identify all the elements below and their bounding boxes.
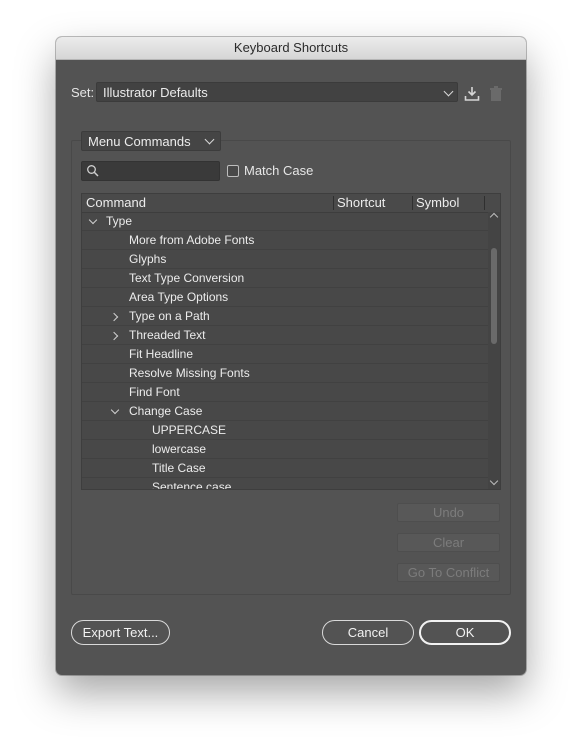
row-command-label: lowercase <box>152 442 207 456</box>
column-symbol[interactable]: Symbol <box>412 194 484 212</box>
row-command-label: Threaded Text <box>129 328 206 342</box>
window-title: Keyboard Shortcuts <box>56 37 526 60</box>
row-command-label: Fit Headline <box>129 347 194 361</box>
chevron-down-icon <box>204 134 215 145</box>
column-divider <box>484 196 485 210</box>
table-row[interactable]: Sentence case <box>82 478 488 490</box>
scroll-down-icon[interactable] <box>489 476 499 486</box>
table-row[interactable]: Change Case <box>82 402 488 421</box>
row-command-label: Area Type Options <box>129 290 229 304</box>
chevron-right-icon[interactable] <box>109 312 119 322</box>
table-row[interactable]: Area Type Options <box>82 288 488 307</box>
row-command-label: UPPERCASE <box>152 423 227 437</box>
set-dropdown-value: Illustrator Defaults <box>103 85 208 100</box>
table-row[interactable]: Fit Headline <box>82 345 488 364</box>
match-case-checkbox[interactable] <box>227 165 239 177</box>
column-command[interactable]: Command <box>82 194 333 212</box>
shortcuts-table: Command Shortcut Symbol Type More from Ad… <box>81 193 501 490</box>
vertical-scrollbar[interactable] <box>488 212 500 489</box>
table-row[interactable]: UPPERCASE <box>82 421 488 440</box>
set-label: Set: <box>71 85 95 100</box>
magnifier-icon <box>86 164 100 183</box>
clear-button[interactable]: Clear <box>397 533 500 552</box>
match-case-label: Match Case <box>244 163 314 178</box>
search-input[interactable] <box>81 161 220 181</box>
chevron-down-icon[interactable] <box>88 215 98 225</box>
export-text-button[interactable]: Export Text... <box>71 620 170 645</box>
table-row[interactable]: Glyphs <box>82 250 488 269</box>
row-command-label: Type on a Path <box>129 309 210 323</box>
table-row[interactable]: lowercase <box>82 440 488 459</box>
table-row[interactable]: Text Type Conversion <box>82 269 488 288</box>
row-command-label: Resolve Missing Fonts <box>129 366 250 380</box>
save-set-icon[interactable] <box>463 85 481 103</box>
go-to-conflict-button[interactable]: Go To Conflict <box>397 563 500 582</box>
chevron-down-icon <box>443 86 454 97</box>
table-row[interactable]: Resolve Missing Fonts <box>82 364 488 383</box>
row-command-label: More from Adobe Fonts <box>129 233 255 247</box>
trash-icon[interactable] <box>488 85 504 103</box>
column-shortcut[interactable]: Shortcut <box>333 194 412 212</box>
row-command-label: Find Font <box>129 385 180 399</box>
row-command-label: Change Case <box>129 404 203 418</box>
category-dropdown[interactable]: Menu Commands <box>81 131 221 151</box>
keyboard-shortcuts-dialog: Keyboard Shortcuts Set: Illustrator Defa… <box>56 37 526 675</box>
table-row[interactable]: Find Font <box>82 383 488 402</box>
table-row[interactable]: Title Case <box>82 459 488 478</box>
scroll-up-icon[interactable] <box>489 212 499 222</box>
table-row[interactable]: Threaded Text <box>82 326 488 345</box>
chevron-right-icon[interactable] <box>109 331 119 341</box>
row-command-label: Title Case <box>152 461 206 475</box>
ok-button[interactable]: OK <box>419 620 511 645</box>
cancel-button[interactable]: Cancel <box>322 620 414 645</box>
table-row[interactable]: Type <box>82 212 488 231</box>
row-command-label: Text Type Conversion <box>129 271 245 285</box>
undo-button[interactable]: Undo <box>397 503 500 522</box>
row-command-label: Glyphs <box>129 252 167 266</box>
row-command-label: Type <box>106 214 133 228</box>
table-header: Command Shortcut Symbol <box>82 194 500 213</box>
table-row[interactable]: More from Adobe Fonts <box>82 231 488 250</box>
chevron-down-icon[interactable] <box>110 405 120 415</box>
set-dropdown[interactable]: Illustrator Defaults <box>96 82 458 102</box>
row-command-label: Sentence case <box>152 480 232 490</box>
category-dropdown-value: Menu Commands <box>88 134 191 149</box>
scrollbar-thumb[interactable] <box>491 248 497 344</box>
table-row[interactable]: Type on a Path <box>82 307 488 326</box>
